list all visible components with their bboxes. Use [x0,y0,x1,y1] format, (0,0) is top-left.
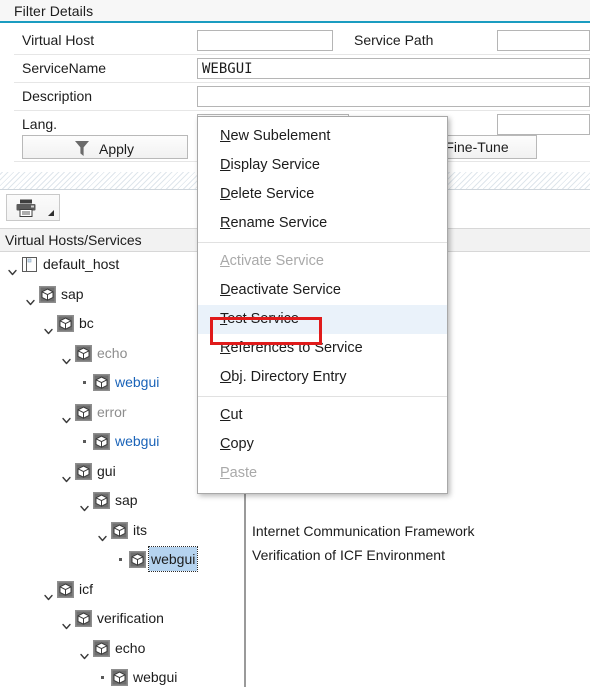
service-node-icon [75,344,92,362]
service-node-icon [93,639,110,657]
menu-separator [198,396,447,397]
tree-node-label: echo [115,639,146,656]
service-path-label: Service Path [354,32,434,48]
menu-item-new-subelement[interactable]: New Subelement [198,122,447,151]
tree-node-label: icf [79,580,93,597]
tree-expand-chevron-icon[interactable] [62,467,71,482]
filter-funnel-icon [75,140,89,156]
service-node-icon [111,521,128,539]
tree-expand-chevron-icon[interactable] [62,349,71,364]
menu-item-activate-service: Activate Service [220,253,324,269]
page-title: Filter Details [14,3,94,19]
tree-node-label: webgui [115,433,160,449]
form-row-virtual-host: Virtual Host Service Path [14,27,590,55]
dropdown-arrow-icon[interactable] [48,210,54,216]
form-row-description: Description [14,83,590,111]
tree-leaf-bullet [119,558,122,561]
tree-node-label: webgui [115,374,160,390]
service-context-menu[interactable]: New Subelement Display Service Delete Serv… [197,116,448,494]
service-node-icon [57,315,74,332]
tree-expand-chevron-icon[interactable] [80,644,89,659]
menu-item-obj-directory-entry[interactable]: Obj. Directory Entry [198,363,447,392]
tree-node-label: sap [115,492,138,508]
tree-node-label: echo [97,344,128,361]
virtual-host-input[interactable] [197,30,333,51]
tree-expand-chevron-icon[interactable] [62,614,71,630]
service-name-label: ServiceName [22,60,107,76]
tree-leaf-bullet [101,676,104,679]
service-description-text: Internet Communication Framework [252,523,475,539]
menu-separator [198,242,447,243]
icf-service-maintenance-screen: Filter Details Virtual Host Service Path… [0,0,590,687]
service-node-icon [39,285,56,303]
form-row-service-name: ServiceName WEBGUI [14,55,590,83]
menu-item-delete-service[interactable]: Delete Service [198,180,447,209]
menu-item-rename-service[interactable]: Rename Service [198,209,447,238]
filter-details-header: Filter Details [0,0,590,23]
menu-item-paste: Paste [220,465,258,481]
language-label: Lang. [22,116,58,132]
service-node-icon [75,462,92,480]
service-node-icon [111,669,128,686]
tree-expand-chevron-icon[interactable] [80,496,89,512]
tree-expand-chevron-icon[interactable] [62,408,71,423]
service-path-input[interactable] [497,30,590,51]
menu-item-copy[interactable]: Copy [198,430,447,459]
tree-expand-chevron-icon[interactable] [98,526,107,541]
menu-item-cut[interactable]: Cut [198,401,447,430]
tree-node-label: webgui [147,546,199,572]
menu-item-test-service[interactable]: Test Service [198,305,447,334]
print-button[interactable] [6,194,60,221]
apply-button-label: Apply [99,141,135,157]
tree-expand-chevron-icon[interactable] [8,260,17,276]
tree-leaf-bullet [83,440,86,443]
tree-node-label: bc [79,315,94,331]
service-node-icon [57,580,74,598]
service-node-icon [93,433,110,450]
description-input[interactable] [197,86,590,107]
tree-node-label: gui [97,462,116,479]
tree-node-label: its [133,521,147,538]
service-description-text: Verification of ICF Environment [252,547,445,563]
tree-node-label: error [97,403,127,420]
service-node-icon [75,610,92,627]
description-label: Description [22,88,93,104]
apply-button[interactable]: Apply [22,135,188,159]
service-node-icon [75,403,92,421]
tree-column-header-label: Virtual Hosts/Services [5,232,142,248]
tree-expand-chevron-icon[interactable] [44,585,53,600]
tree-node-label: default_host [43,256,120,272]
service-node-icon [93,374,110,391]
tree-expand-chevron-icon[interactable] [26,290,35,305]
service-name-input[interactable]: WEBGUI [197,58,590,79]
virtual-host-label: Virtual Host [22,32,95,48]
service-node-icon [93,492,110,509]
tree-expand-chevron-icon[interactable] [44,319,53,335]
printer-icon [16,199,36,217]
menu-item-deactivate-service[interactable]: Deactivate Service [198,276,447,305]
tree-node-label: sap [61,285,84,302]
tree-leaf-bullet [83,381,86,384]
menu-item-display-service[interactable]: Display Service [198,151,447,180]
tree-node-label: verification [97,610,164,626]
tree-node-label: webgui [133,669,178,685]
host-icon [21,256,38,273]
service-node-icon [129,551,146,568]
menu-item-references-to-service[interactable]: References to Service [198,334,447,363]
